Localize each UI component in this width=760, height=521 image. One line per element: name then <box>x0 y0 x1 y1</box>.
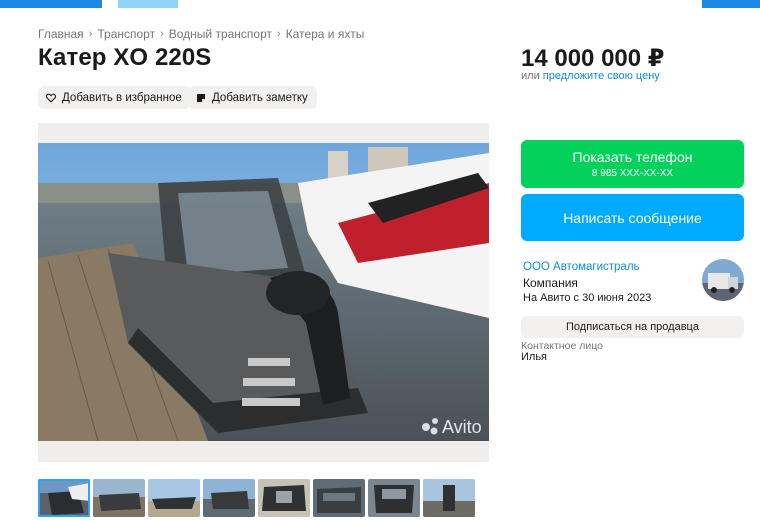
note-icon <box>196 93 206 103</box>
main-photo[interactable]: Avito <box>38 143 489 441</box>
add-note-button[interactable]: Добавить заметку <box>188 86 317 109</box>
banner-segment-lightblue <box>118 0 178 8</box>
breadcrumb-transport[interactable]: Транспорт <box>97 27 155 41</box>
thumbnail[interactable] <box>148 479 200 517</box>
show-phone-button[interactable]: Показать телефон 8 985 XXX-XX-XX <box>521 140 744 188</box>
masked-phone-number: 8 985 XXX-XX-XX <box>591 168 674 179</box>
breadcrumb-boats-yachts[interactable]: Катера и яхты <box>286 27 365 41</box>
thumbnail[interactable] <box>93 479 145 517</box>
subscribe-seller-button[interactable]: Подписаться на продавца <box>521 316 744 338</box>
show-phone-label: Показать телефон <box>572 149 693 165</box>
breadcrumb-water-transport[interactable]: Водный транспорт <box>169 27 272 41</box>
add-note-label: Добавить заметку <box>212 91 308 104</box>
write-message-button[interactable]: Написать сообщение <box>521 194 744 241</box>
offer-price-link[interactable]: предложите свою цену <box>543 70 660 82</box>
add-to-favorites-label: Добавить в избранное <box>62 91 182 104</box>
contact-person-name: Илья <box>521 351 548 363</box>
avito-watermark: Avito <box>442 417 482 437</box>
thumbnail[interactable] <box>313 479 365 517</box>
heart-icon <box>46 93 56 103</box>
chevron-right-icon: › <box>160 28 164 40</box>
boat-photo-image: Avito <box>38 143 489 441</box>
seller-type: Компания <box>523 276 578 290</box>
seller-since: На Авито с 30 июня 2023 <box>523 292 652 304</box>
thumbnail[interactable] <box>38 479 90 517</box>
chevron-right-icon: › <box>88 28 93 40</box>
price: 14 000 000 ₽ <box>521 45 665 72</box>
thumbnail[interactable] <box>423 479 475 517</box>
photo-gallery[interactable]: Avito <box>38 123 489 462</box>
breadcrumb-home[interactable]: Главная <box>38 27 84 41</box>
thumbnail[interactable] <box>203 479 255 517</box>
add-to-favorites-button[interactable]: Добавить в избранное <box>38 86 191 109</box>
price-offer: или предложите свою цену <box>521 70 660 82</box>
thumbnail-strip <box>38 479 475 517</box>
price-offer-prefix: или <box>521 70 540 82</box>
breadcrumb: Главная › Транспорт › Водный транспорт ›… <box>38 27 364 41</box>
seller-name-link[interactable]: ООО Автомагистраль <box>523 261 640 273</box>
banner-segment-blue <box>0 0 102 8</box>
thumbnail[interactable] <box>368 479 420 517</box>
chevron-right-icon: › <box>277 28 281 40</box>
page-title: Катер XO 220S <box>38 44 212 71</box>
banner-segment-blue-right <box>702 0 760 8</box>
thumbnail[interactable] <box>258 479 310 517</box>
top-banner-strip <box>0 0 760 8</box>
seller-avatar[interactable] <box>702 259 744 301</box>
